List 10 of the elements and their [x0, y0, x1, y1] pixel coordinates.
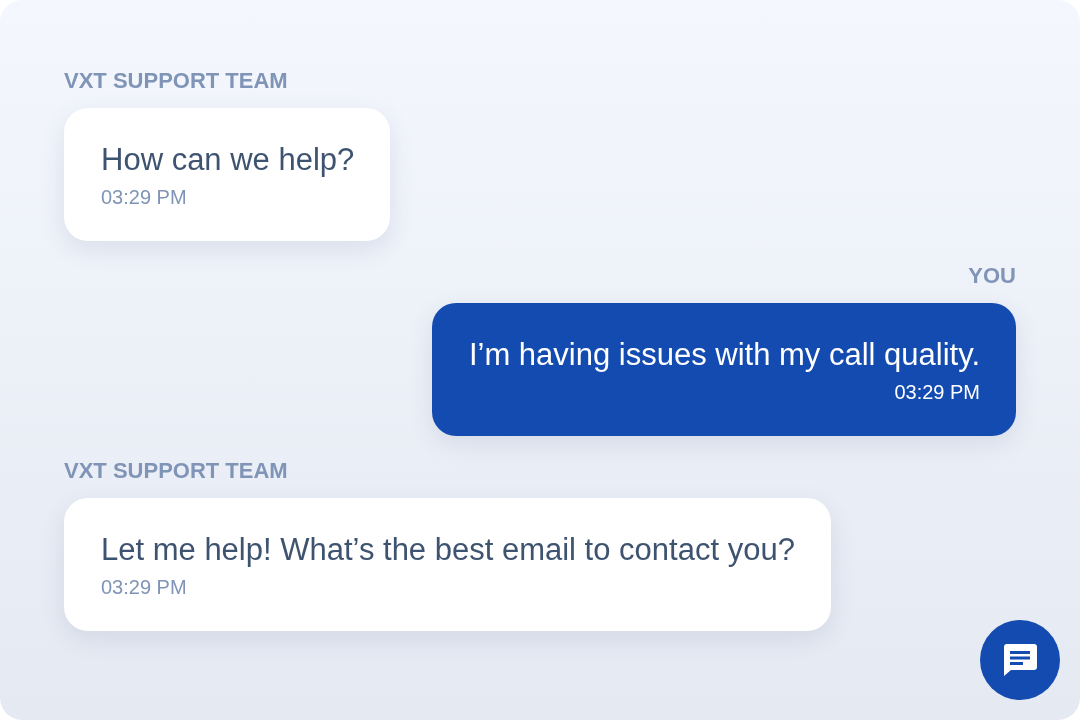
message-text: I’m having issues with my call quality.: [468, 337, 980, 373]
message-text: Let me help! What’s the best email to contact you?: [101, 532, 795, 568]
sender-label: YOU: [968, 263, 1016, 289]
message-time: 03:29 PM: [101, 576, 188, 599]
message-text: How can we help?: [101, 142, 355, 178]
message-time: 03:29 PM: [101, 186, 188, 209]
sender-label: VXT SUPPORT TEAM: [64, 68, 288, 94]
message-icon: [1001, 642, 1039, 678]
sender-label: VXT SUPPORT TEAM: [64, 458, 288, 484]
message-time: 03:29 PM: [894, 381, 980, 404]
